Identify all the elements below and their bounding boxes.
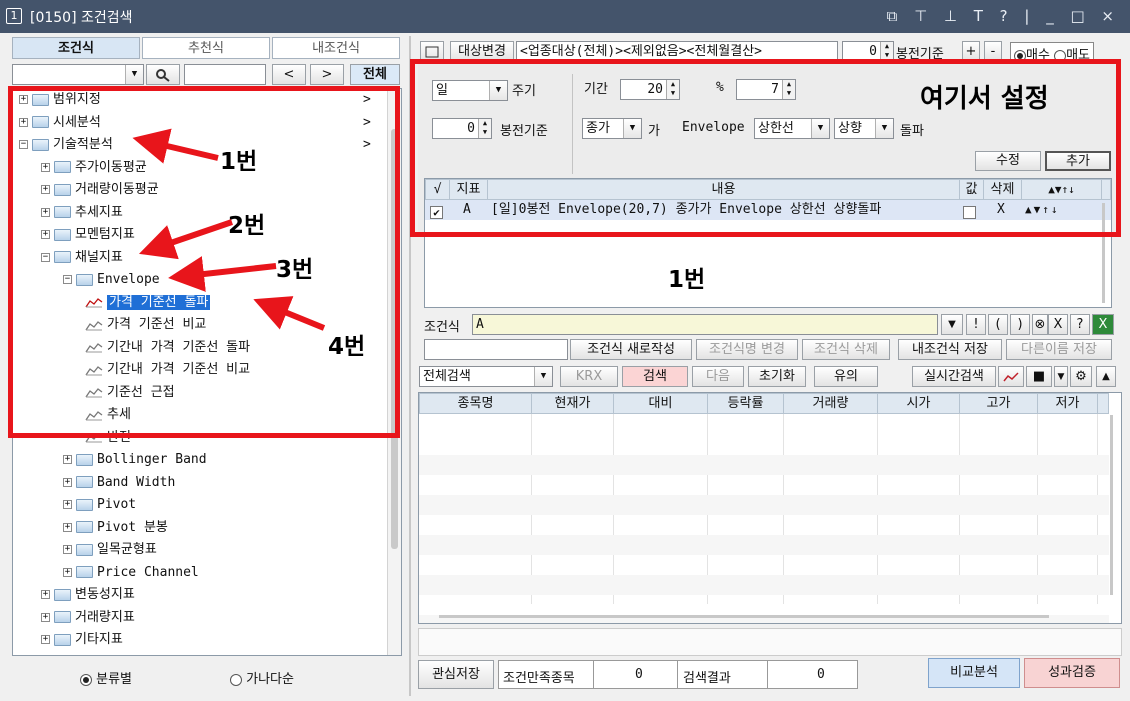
arrow-step4 [253,296,326,331]
arrow-step3 [168,256,277,292]
annotation-arrows [132,128,326,331]
arrow-step2 [138,219,233,260]
arrow-step1 [132,128,219,164]
